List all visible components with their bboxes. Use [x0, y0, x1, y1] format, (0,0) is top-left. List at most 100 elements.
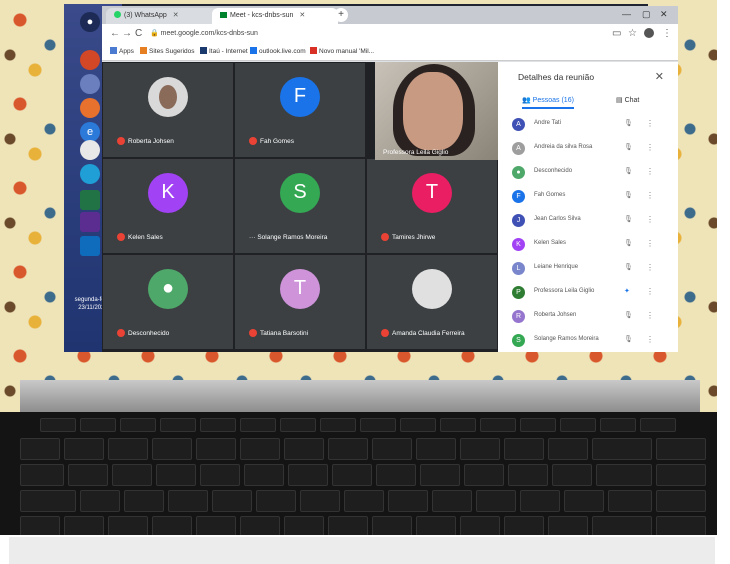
app-icon[interactable] — [80, 50, 100, 70]
participant-row[interactable]: R Roberta Johsen 🎙 ⋮ — [512, 308, 662, 326]
participant-row[interactable]: A Andreia da silva Rosa 🎙 ⋮ — [512, 140, 662, 158]
participant-row[interactable]: F Fah Gomes 🎙 ⋮ — [512, 188, 662, 206]
participant-tile[interactable]: T Tatiana Barsotini — [234, 254, 366, 350]
apps-icon — [110, 47, 117, 54]
tab-label: (3) WhatsApp — [124, 12, 167, 19]
camera-icon[interactable]: ▭ — [612, 28, 621, 39]
profile-avatar[interactable] — [644, 28, 654, 38]
panel-tabs: 👥 Pessoas (16) ▤ Chat — [498, 96, 678, 112]
participant-row[interactable]: A Andre Tati 🎙 ⋮ — [512, 116, 662, 134]
presenter-video[interactable]: Professora Leila Giglio — [375, 62, 498, 160]
key — [284, 438, 324, 460]
more-icon[interactable]: ⋮ — [646, 215, 654, 224]
bookmark-itau[interactable]: Itaú - Internet — [200, 47, 248, 55]
new-tab-button[interactable]: + — [334, 8, 348, 22]
participant-tile[interactable]: Amanda Claudia Ferreira — [366, 254, 498, 350]
edge-icon[interactable]: e — [80, 122, 100, 142]
participant-name: Tamires Jhirwe — [392, 234, 436, 241]
onenote-icon[interactable] — [80, 212, 100, 232]
tab-whatsapp[interactable]: (3) WhatsApp ✕ — [106, 8, 220, 24]
key — [504, 438, 544, 460]
close-icon[interactable]: ✕ — [299, 12, 305, 19]
excel-icon[interactable] — [80, 190, 100, 210]
participant-tile[interactable]: T Tamires Jhirwe — [366, 158, 498, 254]
participant-row[interactable]: ● Desconhecido 🎙 ⋮ — [512, 164, 662, 182]
participant-tile[interactable]: F Fah Gomes — [234, 62, 366, 158]
edge-new-icon[interactable] — [80, 164, 100, 184]
participant-tile[interactable]: ● Desconhecido — [102, 254, 234, 350]
firefox-icon[interactable] — [80, 98, 100, 118]
key — [460, 516, 500, 535]
reload-icon[interactable]: C — [135, 28, 142, 39]
key — [656, 516, 706, 535]
menu-icon[interactable]: ⋮ — [662, 28, 672, 39]
avatar: R — [512, 310, 525, 323]
back-icon[interactable]: ← — [110, 28, 120, 39]
mic-off-icon — [381, 233, 389, 241]
more-icon[interactable]: ⋮ — [646, 335, 654, 344]
participant-row[interactable]: P Professora Leila Giglio ✦ ⋮ — [512, 284, 662, 302]
avatar: A — [512, 142, 525, 155]
folder-icon[interactable] — [80, 74, 100, 94]
tab-people[interactable]: 👥 Pessoas (16) — [522, 96, 574, 109]
close-icon[interactable]: ✕ — [173, 12, 179, 19]
avatar: P — [512, 286, 525, 299]
start-icon[interactable]: ● — [80, 12, 100, 32]
more-icon[interactable]: ⋮ — [646, 311, 654, 320]
close-window-icon[interactable]: ✕ — [660, 9, 668, 20]
close-icon[interactable]: ✕ — [655, 70, 664, 83]
forward-icon[interactable]: → — [122, 28, 132, 39]
key — [120, 418, 156, 432]
key — [20, 490, 76, 512]
avatar: T — [280, 268, 320, 309]
key — [464, 464, 504, 486]
mic-off-icon: 🎙 — [624, 264, 633, 271]
star-icon[interactable]: ☆ — [628, 28, 637, 39]
more-icon[interactable]: ⋮ — [646, 239, 654, 248]
key — [520, 490, 560, 512]
tab-label: Meet - kcs-dnbs-sun — [230, 12, 294, 19]
bookmark-manual[interactable]: Novo manual 'Mil... — [310, 47, 374, 55]
bookmark-sites[interactable]: Sites Sugeridos — [140, 47, 195, 55]
minimize-icon[interactable]: — — [622, 9, 631, 19]
key — [592, 438, 652, 460]
key — [416, 516, 456, 535]
participant-row[interactable]: J Jean Carlos Silva 🎙 ⋮ — [512, 212, 662, 230]
caption-strip — [9, 537, 715, 564]
address-input[interactable]: 🔒 meet.google.com/kcs-dnbs-sun — [150, 28, 490, 40]
more-icon[interactable]: ⋮ — [646, 119, 654, 128]
word-icon[interactable] — [80, 236, 100, 256]
key — [416, 438, 456, 460]
participant-tile[interactable]: S ··· Solange Ramos Moreira — [234, 158, 366, 254]
key — [240, 516, 280, 535]
key — [196, 516, 236, 535]
more-icon[interactable]: ⋮ — [646, 167, 654, 176]
more-icon[interactable]: ⋮ — [646, 263, 654, 272]
bookmark-apps[interactable]: Apps — [110, 47, 134, 55]
participant-row[interactable]: L Leiane Henrique 🎙 ⋮ — [512, 260, 662, 278]
more-icon[interactable]: ⋮ — [646, 191, 654, 200]
bookmark-outlook[interactable]: outlook.live.com — [250, 47, 306, 55]
mic-off-icon: 🎙 — [624, 192, 633, 199]
participant-tile[interactable]: K Kelen Sales — [102, 158, 234, 254]
bookmarks-bar: Apps Sites Sugeridos Itaú - Internet out… — [102, 44, 678, 61]
key — [320, 418, 356, 432]
key — [504, 516, 544, 535]
more-icon[interactable]: ⋮ — [646, 287, 654, 296]
key — [108, 438, 148, 460]
participant-row[interactable]: K Kelen Sales 🎙 ⋮ — [512, 236, 662, 254]
key — [168, 490, 208, 512]
tab-chat[interactable]: ▤ Chat — [616, 96, 639, 104]
chrome-icon[interactable] — [80, 140, 100, 160]
tab-meet[interactable]: Meet - kcs-dnbs-sun ✕ — [212, 8, 338, 24]
avatar-photo — [412, 268, 452, 309]
key — [548, 516, 588, 535]
key — [476, 490, 516, 512]
gmail-icon — [310, 47, 317, 54]
more-icon[interactable]: ⋮ — [646, 143, 654, 152]
participant-row[interactable]: S Solange Ramos Moreira 🎙 ⋮ — [512, 332, 662, 350]
browser-window: (3) WhatsApp ✕ Meet - kcs-dnbs-sun ✕ + — ▢… — [102, 6, 678, 62]
key — [564, 490, 604, 512]
maximize-icon[interactable]: ▢ — [642, 9, 651, 20]
participant-tile[interactable]: Roberta Johsen — [102, 62, 234, 158]
